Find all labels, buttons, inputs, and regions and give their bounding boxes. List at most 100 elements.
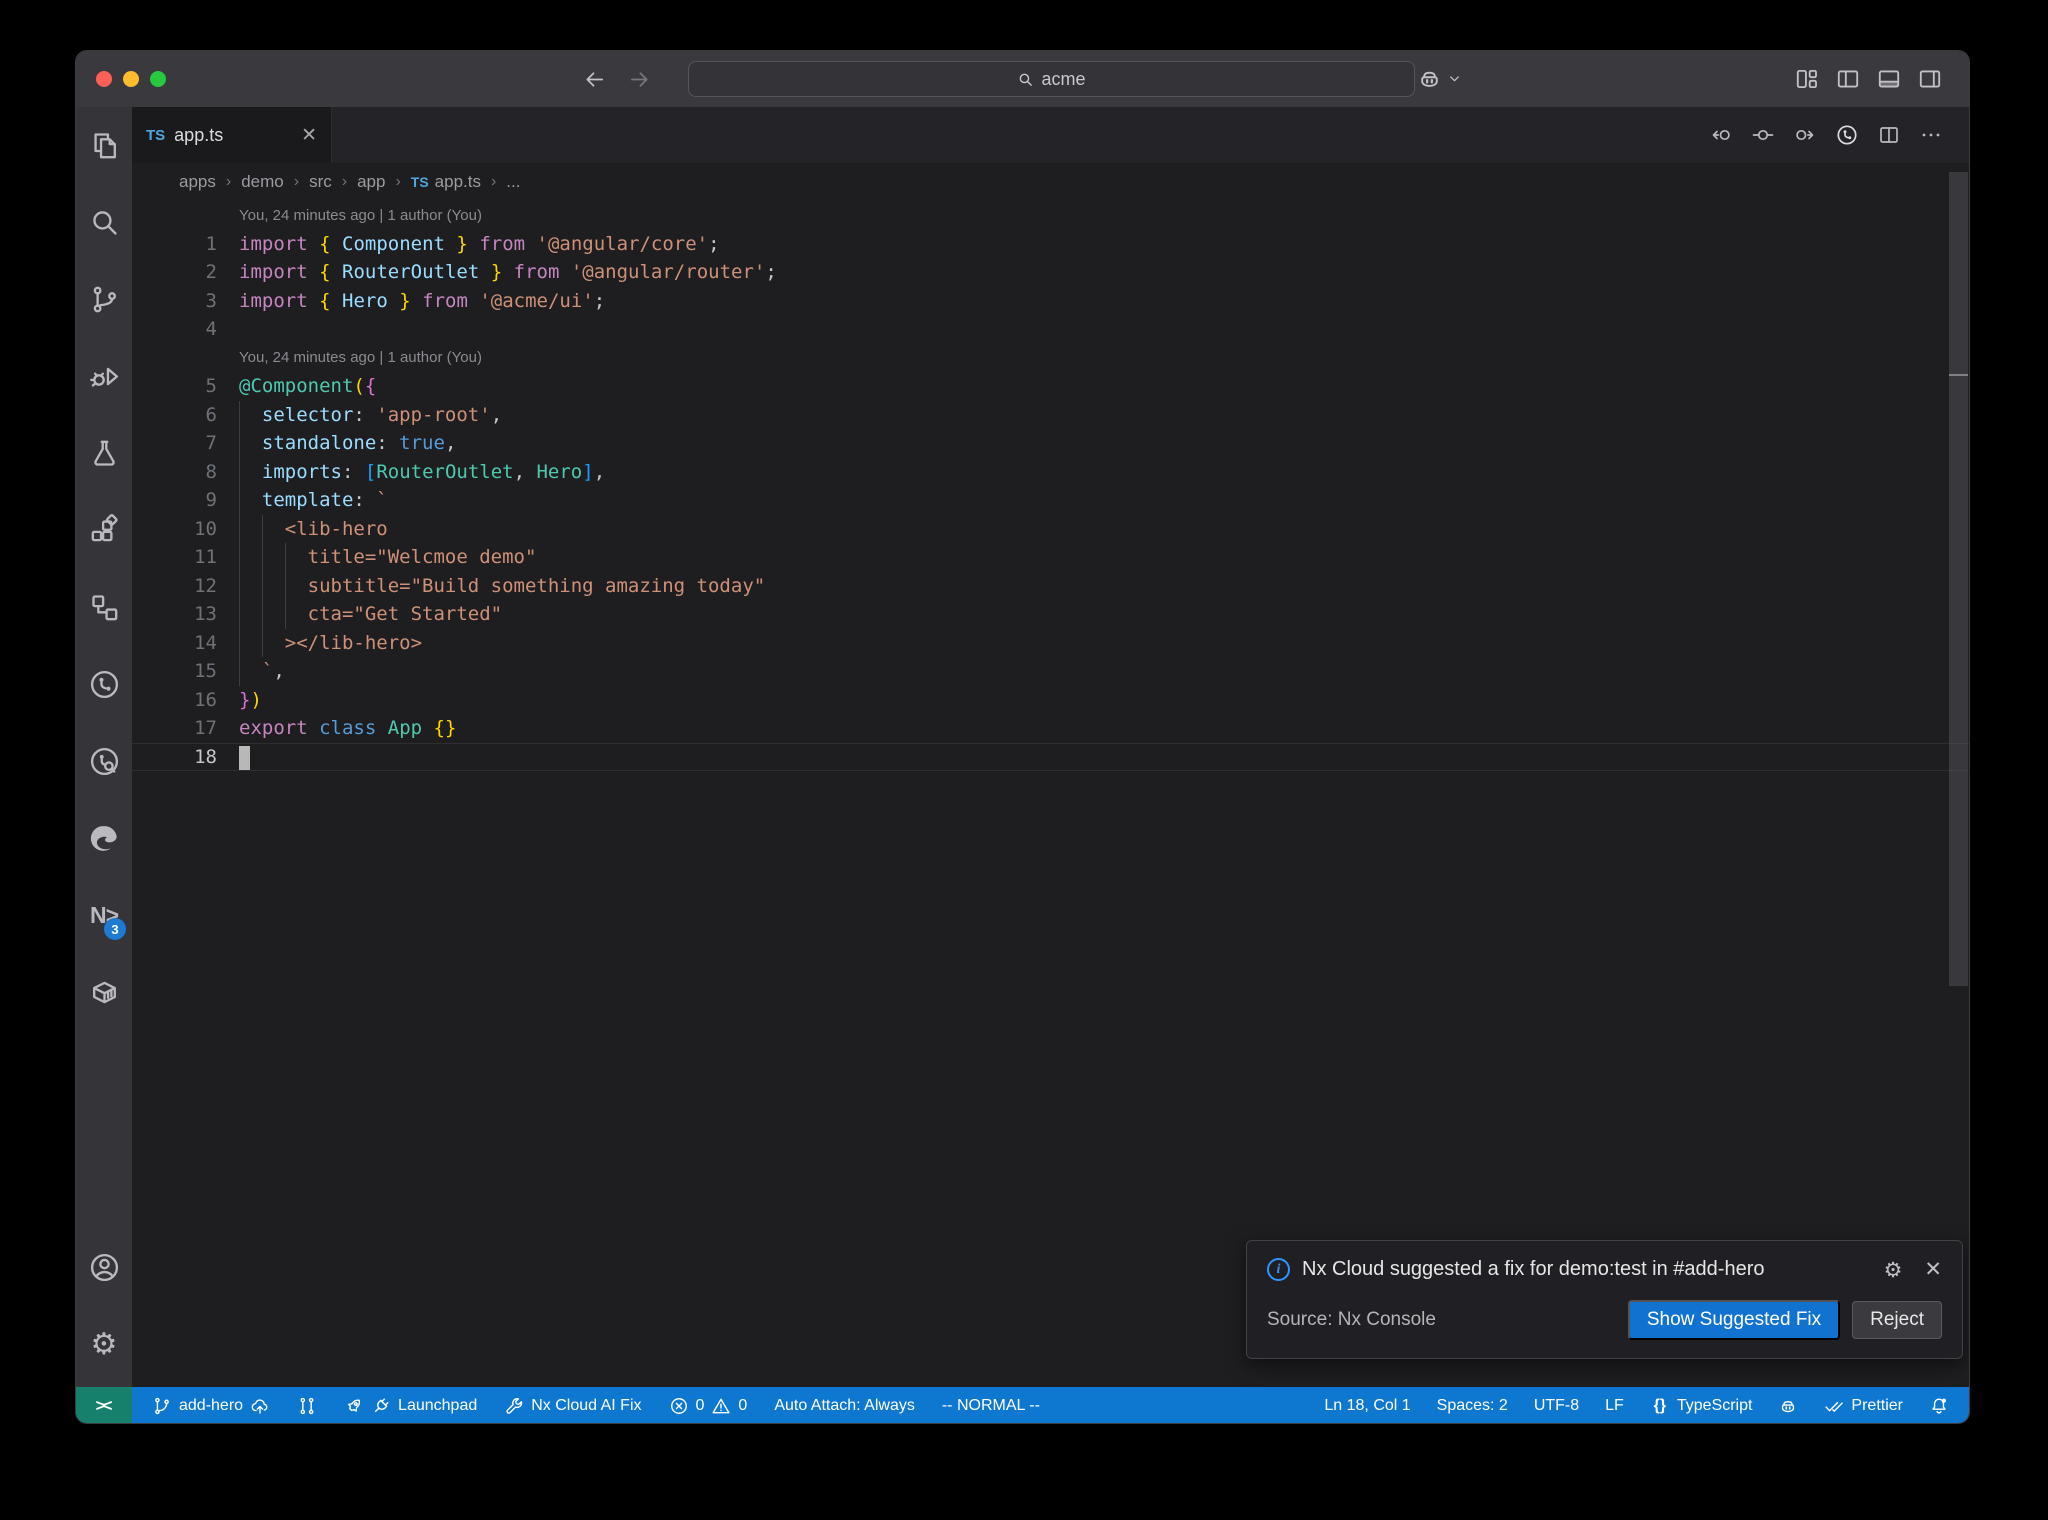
status-item-indentation[interactable]: Spaces: 2	[1437, 1397, 1508, 1415]
line-number: 8	[205, 460, 217, 483]
nx-badge: 3	[104, 918, 126, 940]
activity-run-debug[interactable]	[76, 338, 132, 415]
activity-settings[interactable]: ⚙	[76, 1306, 132, 1383]
close-window-button[interactable]	[96, 71, 112, 87]
tab-label: app.ts	[174, 124, 224, 145]
line-number: 2	[205, 261, 217, 284]
error-icon	[669, 1396, 689, 1416]
status-item-vim-mode[interactable]: -- NORMAL --	[942, 1397, 1040, 1415]
code-line: 8 imports: [RouterOutlet, Hero],	[132, 458, 1969, 487]
nav-dash-action-icon[interactable]	[1751, 123, 1775, 147]
indent-guide	[261, 514, 263, 657]
code-line: 14 ></lib-hero>	[132, 629, 1969, 658]
breadcrumb-item[interactable]: TS app.ts	[411, 172, 481, 192]
status-bar-right: Ln 18, Col 1 Spaces: 2 UTF-8 LF {} TypeScript…	[1324, 1387, 1969, 1423]
settings-icon: ⚙	[90, 1327, 118, 1362]
activity-gitlens-inspect[interactable]	[76, 723, 132, 800]
code-editor[interactable]: You, 24 minutes ago | 1 author (You) 1 imp…	[132, 201, 1969, 1387]
command-center-search[interactable]: acme	[688, 61, 1415, 97]
activity-gitlens[interactable]	[76, 646, 132, 723]
show-suggested-fix-button[interactable]: Show Suggested Fix	[1627, 1300, 1841, 1340]
breadcrumb-item[interactable]: src	[309, 172, 332, 192]
line-number: 13	[194, 603, 217, 626]
remote-indicator[interactable]: ><	[76, 1387, 132, 1423]
activity-hierarchy[interactable]	[76, 569, 132, 646]
nav-forward-action-icon[interactable]	[1793, 123, 1817, 147]
line-number: 16	[194, 688, 217, 711]
status-item-eol[interactable]: LF	[1605, 1397, 1624, 1415]
activity-explorer[interactable]	[76, 107, 132, 184]
breadcrumb-item[interactable]: ...	[506, 172, 520, 192]
activity-testing[interactable]	[76, 415, 132, 492]
check-double-icon	[1824, 1396, 1844, 1416]
zoom-window-button[interactable]	[150, 71, 166, 87]
gitlens-small-action-icon[interactable]	[1835, 123, 1859, 147]
editor-group: TS app.ts ✕ apps › demo › src › app › TS app.ts ›.…	[132, 107, 1969, 1387]
tab-app-ts[interactable]: TS app.ts ✕	[132, 107, 332, 163]
nav-forward-button[interactable]	[625, 65, 653, 93]
line-number: 4	[205, 318, 217, 341]
breadcrumb-item[interactable]: demo	[241, 172, 284, 192]
status-item-copilot[interactable]	[1778, 1396, 1798, 1416]
nav-back-action-icon[interactable]	[1709, 123, 1733, 147]
breadcrumb-separator-icon: ›	[395, 173, 401, 190]
notification-close-icon[interactable]: ✕	[1924, 1257, 1942, 1282]
activity-accounts[interactable]	[76, 1229, 132, 1306]
status-item-launchpad[interactable]: Launchpad	[344, 1396, 477, 1416]
line-number: 1	[205, 232, 217, 255]
status-item-branch-publish[interactable]: add-hero	[152, 1396, 270, 1416]
breadcrumb-item[interactable]: app	[357, 172, 385, 192]
status-item-problems[interactable]: 00	[669, 1396, 747, 1416]
minimize-window-button[interactable]	[123, 71, 139, 87]
activity-nx-console[interactable]: N> 3	[76, 877, 132, 954]
chevron-down-icon	[1450, 76, 1459, 82]
wrench-icon	[504, 1396, 524, 1416]
status-item-compare-branches[interactable]	[297, 1396, 317, 1416]
git-branch-icon	[152, 1396, 172, 1416]
notification-settings-icon[interactable]: ⚙	[1884, 1258, 1903, 1282]
status-item-auto-attach[interactable]: Auto Attach: Always	[774, 1397, 915, 1415]
panel-left-icon[interactable]	[1835, 66, 1861, 92]
more-action-icon[interactable]	[1919, 123, 1943, 147]
status-item-cursor-position[interactable]: Ln 18, Col 1	[1324, 1397, 1410, 1415]
gitlens-inspect-icon	[88, 745, 121, 778]
compare-icon	[297, 1396, 317, 1416]
editor-scrollbar[interactable]	[1949, 172, 1968, 986]
codelens[interactable]: You, 24 minutes ago | 1 author (You)	[132, 344, 1969, 373]
status-item-notifications-bell[interactable]	[1929, 1396, 1949, 1416]
line-number: 12	[194, 574, 217, 597]
panel-right-icon[interactable]	[1917, 66, 1943, 92]
activity-extensions[interactable]	[76, 492, 132, 569]
copilot-menu[interactable]	[1416, 65, 1462, 92]
line-number: 18	[194, 745, 217, 768]
search-icon	[1017, 71, 1034, 88]
tab-bar: TS app.ts ✕	[132, 107, 1969, 163]
bell-dot-icon	[1929, 1396, 1949, 1416]
line-number: 17	[194, 717, 217, 740]
split-editor-action-icon[interactable]	[1877, 123, 1901, 147]
activity-edge-browser[interactable]	[76, 800, 132, 877]
status-item-formatter[interactable]: Prettier	[1824, 1396, 1903, 1416]
rocket-icon	[344, 1396, 364, 1416]
status-item-language-mode[interactable]: {} TypeScript	[1650, 1396, 1753, 1416]
panel-bottom-icon[interactable]	[1876, 66, 1902, 92]
activity-search[interactable]	[76, 184, 132, 261]
close-tab-icon[interactable]: ✕	[301, 124, 317, 147]
typescript-file-icon: TS	[410, 174, 429, 190]
info-icon: i	[1267, 1258, 1290, 1281]
notification-source: Source: Nx Console	[1267, 1309, 1436, 1330]
activity-containers[interactable]	[76, 954, 132, 1031]
code-line: 18	[132, 742, 1969, 771]
reject-button[interactable]: Reject	[1852, 1301, 1942, 1339]
customize-layout-icon[interactable]	[1794, 66, 1820, 92]
scrollbar-marker	[1949, 374, 1968, 376]
plug-icon	[371, 1396, 391, 1416]
activity-source-control[interactable]	[76, 261, 132, 338]
breadcrumb-item[interactable]: apps	[179, 172, 216, 192]
codelens[interactable]: You, 24 minutes ago | 1 author (You)	[132, 201, 1969, 230]
copilot-icon	[1778, 1396, 1798, 1416]
status-item-nx-cloud-ai-fix[interactable]: Nx Cloud AI Fix	[504, 1396, 642, 1416]
nav-back-button[interactable]	[580, 65, 608, 93]
code-line: 7 standalone: true,	[132, 429, 1969, 458]
status-item-encoding[interactable]: UTF-8	[1534, 1397, 1579, 1415]
